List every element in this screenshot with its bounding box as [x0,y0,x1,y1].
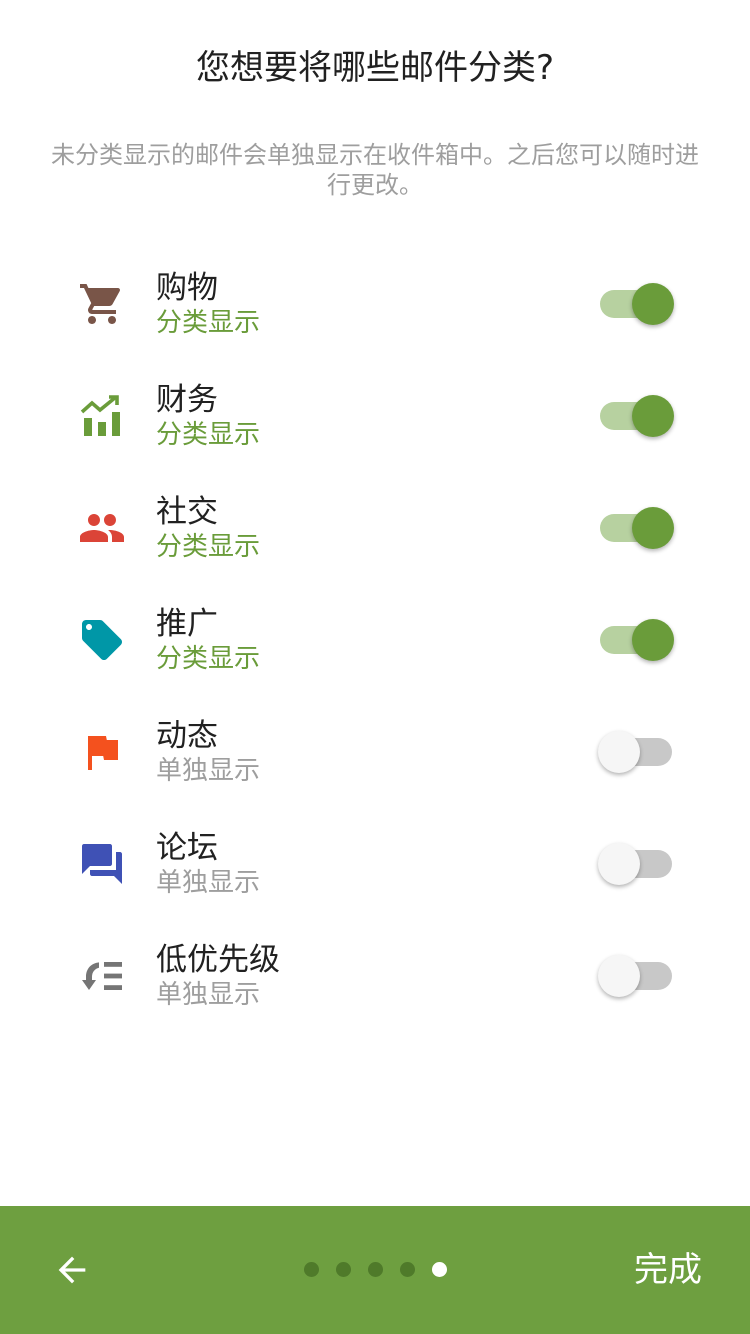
category-row-low-priority[interactable]: 低优先级 单独显示 [0,920,750,1032]
category-status: 单独显示 [156,980,261,1010]
low-priority-icon [78,952,126,1000]
category-name: 社交 [156,494,218,530]
onboarding-screen: 您想要将哪些邮件分类? 未分类显示的邮件会单独显示在收件箱中。之后您可以随时进行… [0,0,750,1334]
tag-icon [78,616,126,664]
back-button[interactable] [40,1240,104,1300]
category-status: 单独显示 [156,756,261,786]
page-indicator [302,1262,452,1278]
toggle-switch-updates[interactable] [598,730,674,774]
page-dot [304,1262,319,1277]
toggle-switch-promotions[interactable] [598,618,674,662]
page-dot [336,1262,351,1277]
switch-thumb [598,731,640,773]
category-list: 购物 分类显示 财务 分类显示 社交 分类显示 推广 分类显示 动态 单独显示 … [0,248,750,1032]
switch-thumb [632,619,674,661]
category-status: 分类显示 [156,420,261,450]
category-row-forums[interactable]: 论坛 单独显示 [0,808,750,920]
switch-thumb [632,283,674,325]
category-row-promotions[interactable]: 推广 分类显示 [0,584,750,696]
category-name: 低优先级 [156,942,280,978]
switch-thumb [632,395,674,437]
category-status: 分类显示 [156,532,261,562]
shopping-cart-icon [78,280,126,328]
category-name: 购物 [156,270,218,306]
flag-icon [78,728,126,776]
category-name: 推广 [156,606,218,642]
arrow-left-icon [58,1256,86,1284]
category-row-finance[interactable]: 财务 分类显示 [0,360,750,472]
category-status: 分类显示 [156,308,261,338]
page-dot-active [432,1262,447,1277]
toggle-switch-finance[interactable] [598,394,674,438]
category-name: 论坛 [156,830,218,866]
people-icon [78,504,126,552]
switch-thumb [598,843,640,885]
switch-thumb [598,955,640,997]
switch-thumb [632,507,674,549]
category-name: 财务 [156,382,218,418]
toggle-switch-social[interactable] [598,506,674,550]
category-row-shopping[interactable]: 购物 分类显示 [0,248,750,360]
page-dot [368,1262,383,1277]
toggle-switch-forums[interactable] [598,842,674,886]
category-status: 单独显示 [156,868,261,898]
category-row-social[interactable]: 社交 分类显示 [0,472,750,584]
category-status: 分类显示 [156,644,261,674]
forum-icon [78,840,126,888]
toggle-switch-shopping[interactable] [598,282,674,326]
page-dot [400,1262,415,1277]
category-row-updates[interactable]: 动态 单独显示 [0,696,750,808]
toggle-switch-low-priority[interactable] [598,954,674,998]
category-name: 动态 [156,718,218,754]
page-title: 您想要将哪些邮件分类? [195,48,555,88]
page-subtitle: 未分类显示的邮件会单独显示在收件箱中。之后您可以随时进行更改。 [51,141,699,199]
finance-chart-icon [78,392,126,440]
bottom-navigation-bar: 完成 [0,1206,750,1334]
done-button[interactable]: 完成 [634,1246,702,1294]
